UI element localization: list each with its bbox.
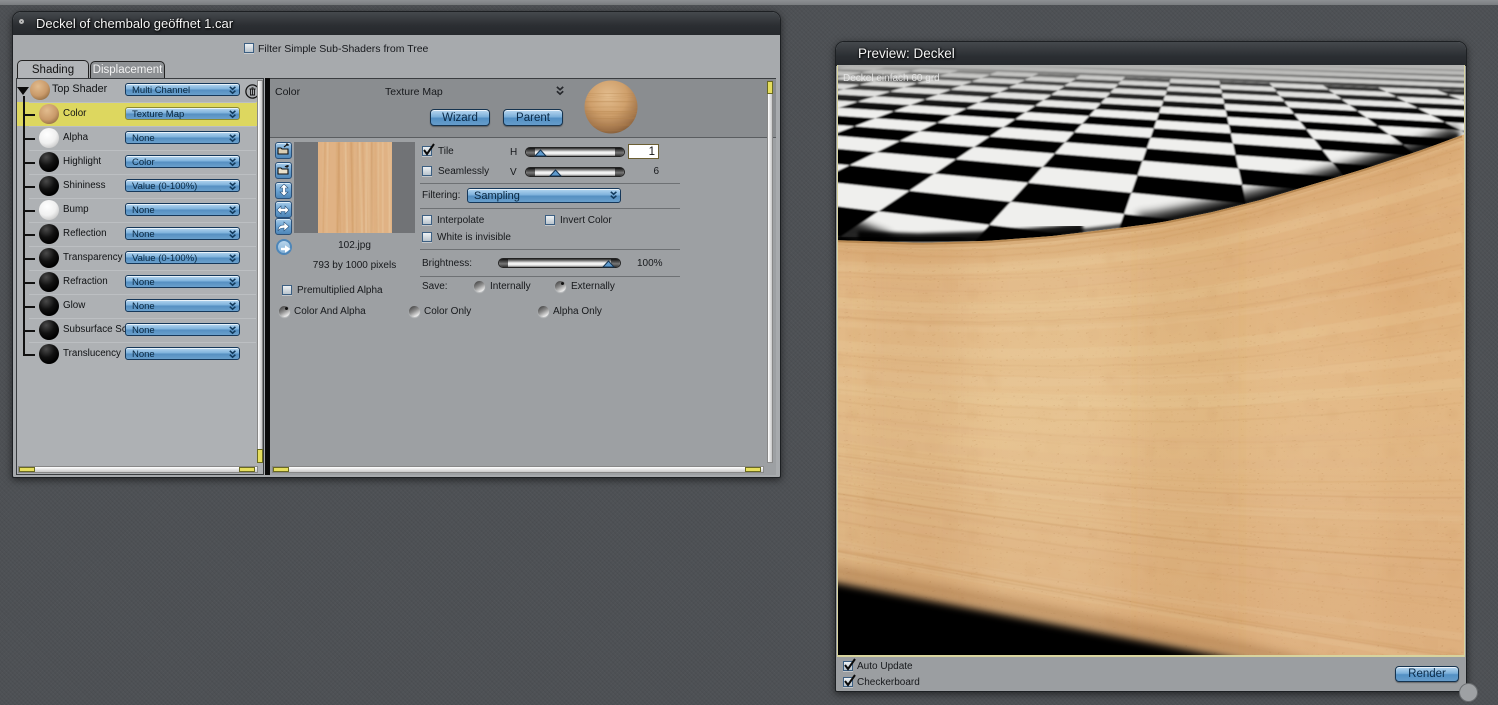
svg-text:Deckel einfach 60 grd: Deckel einfach 60 grd <box>843 73 940 84</box>
